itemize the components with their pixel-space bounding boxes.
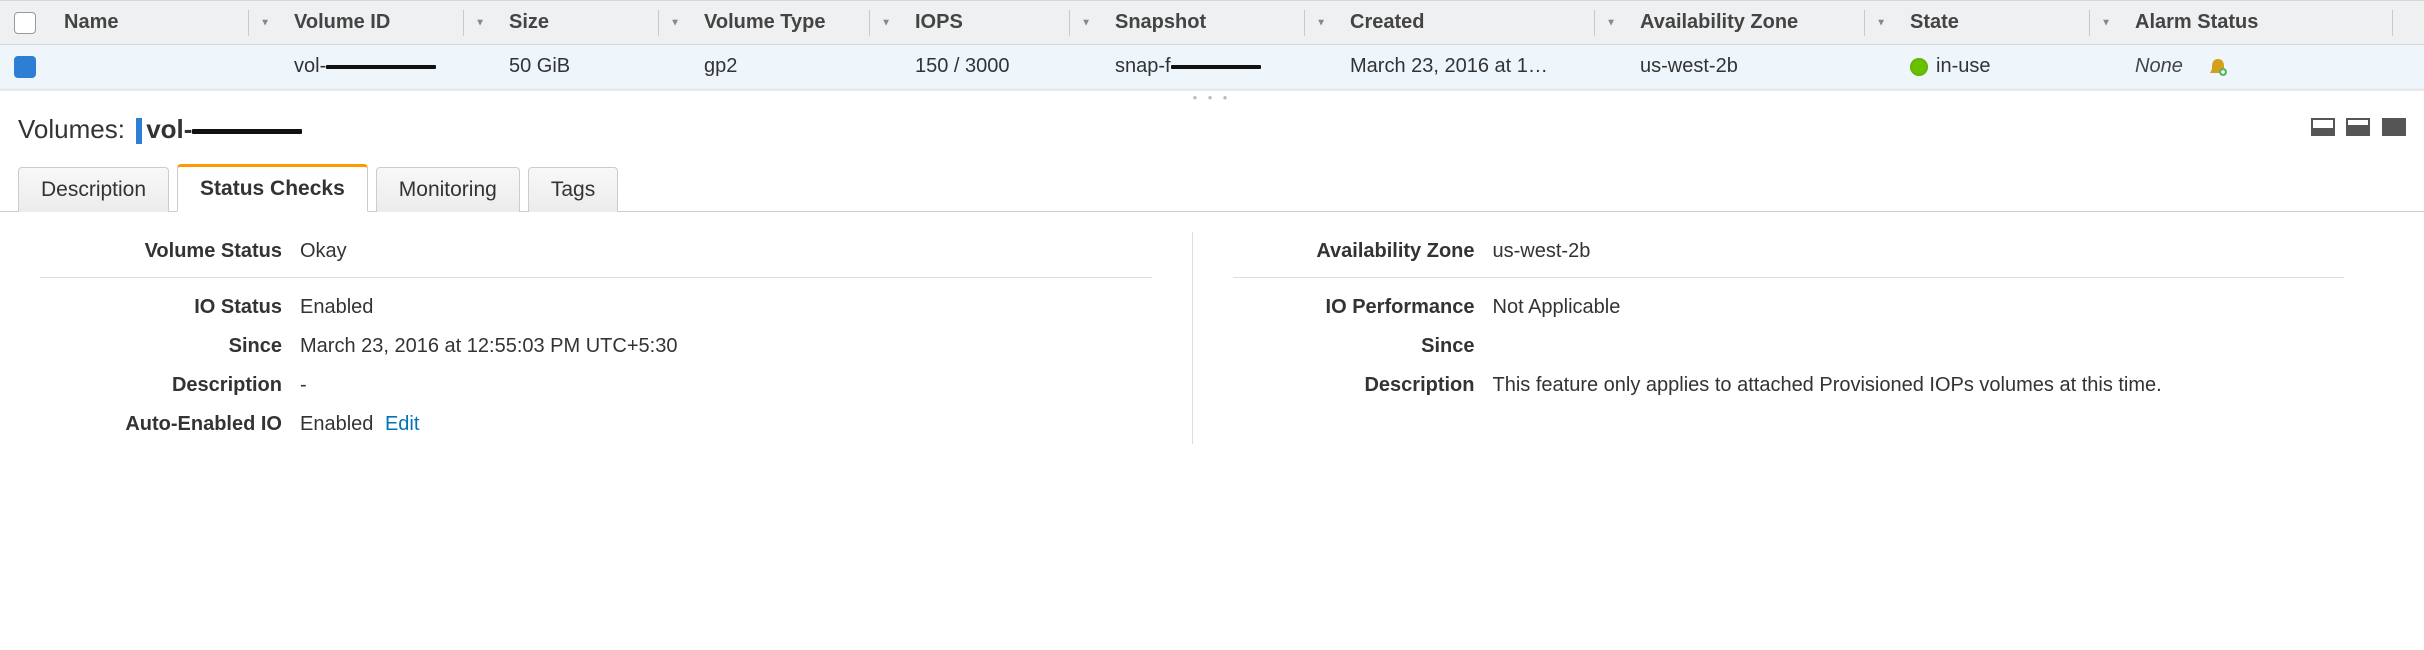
io-performance-value: Not Applicable — [1493, 296, 1621, 319]
layout-split-icon[interactable] — [2346, 118, 2370, 136]
volumes-table-wrapper: Name▼ Volume ID▼ Size▼ Volume Type▼ IOPS… — [0, 0, 2424, 91]
auto-enabled-io-label: Auto-Enabled IO — [40, 413, 300, 436]
io-performance-label: IO Performance — [1233, 296, 1493, 319]
cell-size: 50 GiB — [495, 45, 690, 89]
col-snapshot[interactable]: Snapshot▼ — [1101, 1, 1336, 45]
col-alarm-status[interactable]: Alarm Status — [2121, 1, 2424, 45]
table-row[interactable]: vol- 50 GiB gp2 150 / 3000 snap-f March … — [0, 45, 2424, 89]
layout-bottom-small-icon[interactable] — [2311, 118, 2335, 136]
select-all-cell[interactable] — [0, 1, 50, 45]
cell-snapshot: snap-f — [1101, 45, 1336, 89]
volumes-table: Name▼ Volume ID▼ Size▼ Volume Type▼ IOPS… — [0, 0, 2424, 89]
cell-created: March 23, 2016 at 1… — [1336, 45, 1626, 89]
availability-zone-label: Availability Zone — [1233, 240, 1493, 263]
since-value: March 23, 2016 at 12:55:03 PM UTC+5:30 — [300, 335, 677, 358]
perf-description-row: Description This feature only applies to… — [1233, 366, 2345, 405]
cell-alarm-status: None — [2121, 45, 2424, 89]
cell-volume-type: gp2 — [690, 45, 901, 89]
volume-status-row: Volume Status Okay — [40, 232, 1152, 278]
io-status-value: Enabled — [300, 296, 373, 319]
sort-icon: ▼ — [260, 17, 270, 28]
tab-monitoring[interactable]: Monitoring — [376, 167, 520, 212]
col-volume-id[interactable]: Volume ID▼ — [280, 1, 495, 45]
row-checkbox[interactable] — [14, 56, 36, 78]
description-value: - — [300, 374, 307, 397]
availability-zone-row: Availability Zone us-west-2b — [1233, 232, 2345, 278]
status-right-column: Availability Zone us-west-2b IO Performa… — [1192, 232, 2385, 444]
volume-status-label: Volume Status — [40, 240, 300, 263]
select-all-checkbox[interactable] — [14, 12, 36, 34]
perf-description-label: Description — [1233, 374, 1493, 397]
sort-icon: ▼ — [1081, 17, 1091, 28]
since-row: Since March 23, 2016 at 12:55:03 PM UTC+… — [40, 327, 1152, 366]
cell-iops: 150 / 3000 — [901, 45, 1101, 89]
perf-since-label: Since — [1233, 335, 1493, 358]
io-status-row: IO Status Enabled — [40, 288, 1152, 327]
sort-icon: ▼ — [670, 17, 680, 28]
layout-mode-buttons — [2305, 118, 2406, 142]
tab-description[interactable]: Description — [18, 167, 169, 212]
sort-icon: ▼ — [1316, 17, 1326, 28]
cell-name — [50, 45, 280, 89]
detail-header: Volumes: vol- — [0, 104, 2424, 163]
io-description-row: Description - — [40, 366, 1152, 405]
cell-volume-id: vol- — [280, 45, 495, 89]
alarm-status-text: None — [2135, 55, 2183, 77]
layout-full-icon[interactable] — [2382, 118, 2406, 136]
volume-status-value: Okay — [300, 240, 347, 263]
redacted-text — [326, 65, 436, 69]
redacted-text — [192, 129, 302, 134]
description-label: Description — [40, 374, 300, 397]
sort-icon: ▼ — [1876, 17, 1886, 28]
io-performance-row: IO Performance Not Applicable — [1233, 288, 2345, 327]
selection-marker-icon — [136, 118, 142, 144]
split-drag-handle[interactable]: ● ● ● — [0, 91, 2424, 104]
col-volume-type[interactable]: Volume Type▼ — [690, 1, 901, 45]
col-availability-zone[interactable]: Availability Zone▼ — [1626, 1, 1896, 45]
status-checks-panel: Volume Status Okay IO Status Enabled Sin… — [0, 212, 2424, 464]
auto-enabled-io-row: Auto-Enabled IO Enabled Edit — [40, 405, 1152, 444]
perf-description-value: This feature only applies to attached Pr… — [1493, 374, 2162, 397]
col-name[interactable]: Name▼ — [50, 1, 280, 45]
availability-zone-value: us-west-2b — [1493, 240, 1591, 263]
sort-icon: ▼ — [2101, 17, 2111, 28]
detail-tabs: Description Status Checks Monitoring Tag… — [0, 163, 2424, 212]
sort-icon: ▼ — [1606, 17, 1616, 28]
perf-since-row: Since — [1233, 327, 2345, 366]
col-size[interactable]: Size▼ — [495, 1, 690, 45]
table-header-row: Name▼ Volume ID▼ Size▼ Volume Type▼ IOPS… — [0, 1, 2424, 45]
add-alarm-icon[interactable] — [2208, 57, 2228, 77]
cell-state: in-use — [1896, 45, 2121, 89]
sort-icon: ▼ — [475, 17, 485, 28]
col-state[interactable]: State▼ — [1896, 1, 2121, 45]
redacted-text — [1171, 65, 1261, 69]
detail-title: Volumes: vol- — [18, 114, 302, 145]
sort-icon: ▼ — [881, 17, 891, 28]
since-label: Since — [40, 335, 300, 358]
status-left-column: Volume Status Okay IO Status Enabled Sin… — [40, 232, 1192, 444]
edit-auto-enabled-io-link[interactable]: Edit — [385, 413, 419, 435]
io-status-label: IO Status — [40, 296, 300, 319]
tab-status-checks[interactable]: Status Checks — [177, 164, 368, 212]
auto-enabled-io-value: Enabled Edit — [300, 413, 419, 436]
cell-availability-zone: us-west-2b — [1626, 45, 1896, 89]
tab-tags[interactable]: Tags — [528, 167, 618, 212]
row-select-cell[interactable] — [0, 45, 50, 89]
col-created[interactable]: Created▼ — [1336, 1, 1626, 45]
state-dot-icon — [1910, 58, 1928, 76]
col-iops[interactable]: IOPS▼ — [901, 1, 1101, 45]
